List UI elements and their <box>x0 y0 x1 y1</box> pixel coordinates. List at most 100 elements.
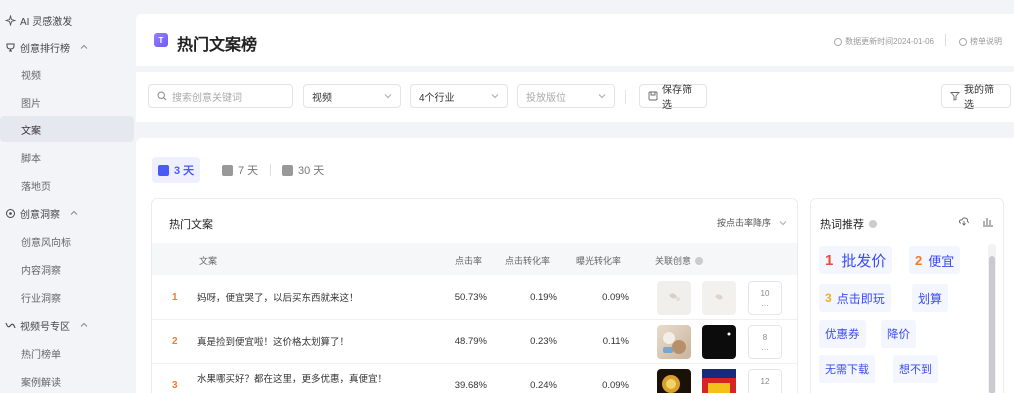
industry-select[interactable]: 4个行业 <box>410 84 508 108</box>
sidebar-item-case-studies[interactable]: 案例解读 <box>0 368 134 393</box>
sidebar-item-copywriting[interactable]: 文案 <box>0 116 134 142</box>
sidebar-item-industry-insight[interactable]: 行业洞察 <box>0 284 134 310</box>
cloud-download-icon[interactable] <box>958 215 970 227</box>
hot-word-rank: 1 <box>825 251 834 269</box>
sidebar-item-label: 案例解读 <box>21 377 61 389</box>
placement-select[interactable]: 投放版位 <box>517 84 615 108</box>
more-creatives-count: 12 <box>760 377 770 386</box>
sidebar-item-landing-page[interactable]: 落地页 <box>0 172 134 198</box>
more-creatives-button[interactable]: 12 ··· <box>748 369 782 393</box>
rank-number: 3 <box>172 380 178 391</box>
column-header-cvr: 点击转化率 <box>505 256 551 266</box>
hot-words-title-label: 热词推荐 <box>820 219 864 231</box>
sidebar-item-label: 文案 <box>21 125 41 137</box>
sidebar-item-hot-lists[interactable]: 热门榜单 <box>0 340 134 366</box>
column-header-ctr: 点击率 <box>455 256 483 266</box>
hot-word-text: 点击即玩 <box>836 291 885 306</box>
rules-link-label: 榜单说明 <box>970 37 1002 46</box>
chevron-up-icon <box>80 43 88 51</box>
sidebar-item-creative-trends[interactable]: 创意风向标 <box>0 228 134 254</box>
update-time: 数据更新时间2024-01-06 <box>834 36 934 47</box>
tab-30-days[interactable]: 30 天 <box>276 157 330 183</box>
exposure-cvr-value: 0.11% <box>602 336 629 347</box>
hot-word-text: 划算 <box>918 291 943 306</box>
sidebar-group-creative-ranking[interactable]: 创意排行榜 <box>0 34 134 60</box>
hot-word-chip[interactable]: 降价 <box>881 320 916 348</box>
help-icon[interactable] <box>869 220 877 228</box>
hot-word-chip[interactable]: 想不到 <box>893 355 938 383</box>
sidebar-item-label: 创意风向标 <box>21 237 71 249</box>
chevron-down-icon <box>384 92 392 100</box>
sidebar-group-channels-zone[interactable]: 视频号专区 <box>0 312 134 338</box>
my-filters-button[interactable]: 我的筛选 <box>941 84 1011 111</box>
creative-thumbnail[interactable] <box>702 281 736 315</box>
sidebar-item-label: 创意排行榜 <box>20 43 70 55</box>
sidebar-item-content-insight[interactable]: 内容洞察 <box>0 256 134 282</box>
hot-word-text: 批发价 <box>841 252 887 270</box>
save-icon <box>648 91 658 101</box>
search-input[interactable]: 搜索创意关键词 <box>148 84 293 108</box>
column-header-exposure-cvr: 曝光转化率 <box>576 256 622 266</box>
sidebar-item-video[interactable]: 视频 <box>0 61 134 87</box>
creative-thumbnail[interactable] <box>702 369 736 393</box>
chevron-up-icon <box>80 321 88 329</box>
more-creatives-count: 10 <box>760 289 770 298</box>
bar-chart-icon[interactable] <box>982 215 994 227</box>
tab-3-days[interactable]: 3 天 <box>152 157 201 183</box>
creative-thumbnail[interactable] <box>702 325 736 359</box>
exposure-cvr-value: 0.09% <box>602 380 629 391</box>
creative-thumbnail[interactable] <box>657 369 691 393</box>
creative-thumbnail[interactable] <box>657 325 691 359</box>
hot-words-scrollbar[interactable] <box>988 244 996 393</box>
hot-word-text: 优惠券 <box>825 329 860 341</box>
main-panel: 3 天 7 天 30 天 热门文案 按点击率降序 文案 点击率 点击转化率 曝光… <box>136 138 1014 393</box>
table-row[interactable]: 1 妈呀，便宜哭了，以后买东西就来这！ 50.73% 0.19% 0.09% 1… <box>152 276 797 320</box>
sidebar-item-label: 热门榜单 <box>21 349 61 361</box>
sidebar-item-ai-inspiration[interactable]: AI 灵感激发 <box>0 7 134 33</box>
sort-select[interactable]: 按点击率降序 <box>717 216 787 229</box>
hot-word-chip[interactable]: 1 批发价 <box>819 246 893 274</box>
creative-thumbnail[interactable] <box>657 281 691 315</box>
save-filter-button[interactable]: 保存筛选 <box>639 84 707 111</box>
cvr-value: 0.19% <box>530 292 557 303</box>
hot-word-chip[interactable]: 3 点击即玩 <box>819 284 891 312</box>
hot-word-text: 便宜 <box>928 253 955 269</box>
scrollbar-thumb[interactable] <box>989 256 995 393</box>
hot-word-text: 无需下载 <box>825 364 869 376</box>
hot-word-chip[interactable]: 2 便宜 <box>909 246 961 274</box>
format-select-value: 视频 <box>312 92 332 104</box>
chevron-down-icon <box>779 219 787 227</box>
sort-label: 按点击率降序 <box>716 218 771 228</box>
format-select[interactable]: 视频 <box>303 84 401 108</box>
trophy-icon <box>5 42 16 53</box>
tab-divider <box>270 164 271 176</box>
sidebar-item-label: 落地页 <box>21 181 51 193</box>
sidebar-item-script[interactable]: 脚本 <box>0 144 134 170</box>
column-header-copy: 文案 <box>199 256 218 266</box>
table-row[interactable]: 2 真是捡到便宜啦！这价格太划算了！ 48.79% 0.23% 0.11% 8 … <box>152 320 797 364</box>
divider <box>945 34 946 46</box>
chevron-up-icon <box>70 209 78 217</box>
sidebar-item-label: 视频 <box>21 70 41 82</box>
sidebar: AI 灵感激发 创意排行榜 视频 图片 文案 脚本 落地页 创意洞察 创意风向标… <box>0 0 134 393</box>
hot-word-chip[interactable]: 优惠券 <box>819 320 866 348</box>
calendar-icon <box>158 164 169 176</box>
chevron-down-icon <box>491 92 499 100</box>
more-creatives-button[interactable]: 8 ··· <box>748 325 782 359</box>
copy-text: 真是捡到便宜啦！这价格太划算了！ <box>197 337 350 348</box>
hot-word-chip[interactable]: 无需下载 <box>819 355 875 383</box>
more-creatives-button[interactable]: 10 ··· <box>748 281 782 315</box>
rank-number: 1 <box>172 292 178 303</box>
tab-label: 3 天 <box>174 165 195 177</box>
hot-word-chip[interactable]: 划算 <box>912 284 949 312</box>
rules-link[interactable]: 榜单说明 <box>959 36 1002 47</box>
table-title: 热门文案 <box>169 219 213 231</box>
table-row[interactable]: 3 水果哪买好？都在这里，更多优惠，真便宜！ 39.68% 0.24% 0.09… <box>152 364 797 393</box>
help-icon[interactable] <box>695 256 704 265</box>
tab-7-days[interactable]: 7 天 <box>216 157 264 183</box>
sidebar-group-creative-insight[interactable]: 创意洞察 <box>0 200 134 226</box>
ctr-value: 50.73% <box>454 292 487 303</box>
sidebar-item-image[interactable]: 图片 <box>0 89 134 115</box>
clock-icon <box>834 37 843 46</box>
sidebar-item-label: 脚本 <box>21 153 41 165</box>
